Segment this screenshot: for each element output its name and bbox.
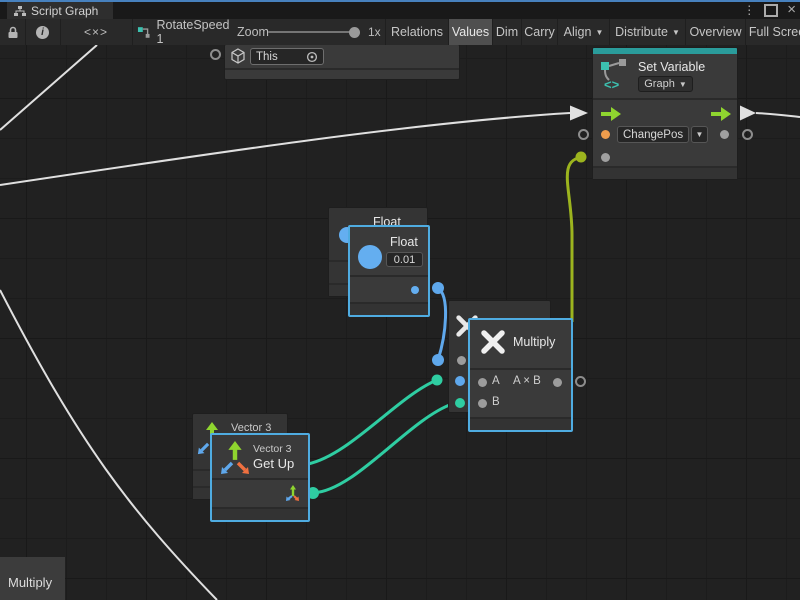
toolbar-button-distribute[interactable]: Distribute▼	[609, 19, 685, 45]
variable-name-port[interactable]	[601, 130, 610, 139]
tab-label: Script Graph	[31, 4, 98, 18]
graph-icon	[14, 5, 26, 17]
port-ring	[578, 129, 589, 140]
flow-wire-top-left	[0, 45, 97, 130]
set-variable-icon: <>	[598, 58, 630, 90]
chevron-down-icon: ▼	[679, 80, 687, 89]
info-icon: i	[36, 26, 49, 39]
wire-start-bulb	[432, 282, 444, 294]
chevron-down-icon: ▼	[696, 130, 704, 139]
zoom-slider[interactable]	[268, 31, 358, 33]
cube-icon	[230, 48, 246, 64]
port-ring	[742, 129, 753, 140]
flow-wire-into-set-variable	[0, 113, 570, 185]
port-ring	[210, 49, 221, 60]
variable-name-field[interactable]: ChangePos	[617, 126, 689, 143]
code-preview-button[interactable]: <×>	[60, 19, 133, 45]
toolbar-button-align[interactable]: Align▼	[557, 19, 609, 45]
object-picker-field[interactable]: This	[250, 48, 324, 65]
code-preview-icon: <×>	[84, 25, 108, 39]
lock-icon	[7, 26, 19, 39]
graph-asset-icon	[137, 25, 151, 39]
wire-end-bulb	[576, 152, 587, 163]
graph-canvas[interactable]: Float Vector 3	[0, 45, 800, 600]
window-accent-line	[0, 0, 800, 2]
zoom-slider-thumb[interactable]	[349, 27, 360, 38]
arrow-up-icon	[226, 441, 244, 461]
arrow-down-right-icon	[236, 461, 250, 475]
lock-button[interactable]	[0, 19, 26, 45]
wire-end-bulb	[432, 375, 443, 386]
float-value-field[interactable]: 0.01	[386, 252, 423, 267]
window-controls: ⋮ ×	[743, 2, 796, 18]
corner-tooltip-label: Multiply	[0, 557, 65, 600]
unity-script-graph-window: Script Graph ⋮ × i <×> RotateS	[0, 0, 800, 600]
flow-arrowhead-out	[740, 106, 756, 121]
flow-in-port[interactable]	[601, 107, 621, 121]
output-port[interactable]	[553, 378, 562, 387]
graph-toolbar: i <×> RotateSpeed 1 Zoom 1x Relations Va…	[0, 19, 800, 46]
info-button[interactable]: i	[25, 19, 61, 45]
output-value-port[interactable]	[720, 130, 729, 139]
wire-end-bulb	[455, 376, 465, 386]
tab-script-graph[interactable]: Script Graph	[7, 2, 113, 19]
output-port[interactable]	[411, 286, 419, 294]
title-bar: Script Graph ⋮ ×	[0, 0, 800, 19]
breadcrumb-label: RotateSpeed 1	[157, 19, 237, 46]
close-icon[interactable]: ×	[787, 3, 796, 17]
arrow-down-left-icon	[220, 461, 234, 475]
set-variable-node[interactable]: <> Set Variable Graph ▼ ChangePos ▼	[592, 47, 738, 180]
input-port[interactable]	[457, 356, 466, 365]
port-ring	[575, 376, 586, 387]
get-up-node[interactable]: Vector 3 Get Up	[210, 433, 310, 522]
arrow-down-left-icon	[197, 442, 210, 455]
wire-end-bulb	[455, 398, 465, 408]
toolbar-button-values[interactable]: Values	[448, 19, 492, 45]
zoom-label: Zoom	[237, 19, 269, 45]
multiply-node[interactable]: Multiply A A × B B	[468, 318, 573, 432]
multiply-icon	[479, 328, 507, 356]
window-menu-icon[interactable]: ⋮	[743, 3, 755, 17]
maximize-icon[interactable]	[764, 4, 778, 17]
flow-out-port[interactable]	[711, 107, 731, 121]
zoom-value: 1x	[368, 19, 381, 45]
toolbar-button-overview[interactable]: Overview	[685, 19, 745, 45]
chevron-down-icon: ▼	[672, 28, 680, 37]
vector3-output-port[interactable]	[282, 484, 300, 502]
input-port-b[interactable]	[478, 399, 487, 408]
breadcrumb[interactable]: RotateSpeed 1	[132, 19, 237, 45]
variable-scope-dropdown[interactable]: Graph ▼	[638, 76, 693, 92]
variable-kind-strip	[593, 48, 737, 54]
toolbar-button-carry[interactable]: Carry	[521, 19, 557, 45]
svg-text:<>: <>	[604, 77, 620, 90]
input-value-port[interactable]	[601, 153, 610, 162]
toolbar-button-dim[interactable]: Dim	[492, 19, 521, 45]
this-node[interactable]: This	[224, 45, 460, 80]
flow-arrowhead-in	[570, 106, 588, 121]
target-picker-icon[interactable]	[306, 51, 318, 63]
toolbar-button-relations[interactable]: Relations	[385, 19, 448, 45]
variable-name-dropdown[interactable]: ▼	[691, 126, 708, 143]
flow-wire-bottom-left	[0, 290, 217, 600]
flow-wire-out-right	[756, 113, 800, 117]
value-wire-vector-a	[308, 380, 437, 464]
chevron-down-icon: ▼	[595, 28, 603, 37]
toolbar-button-full-screen[interactable]: Full Screen	[745, 19, 800, 45]
value-wire-result	[567, 157, 583, 322]
float-node[interactable]: Float 0.01	[348, 225, 430, 317]
value-wire-float	[438, 288, 446, 360]
wire-end-bulb	[432, 354, 444, 366]
input-port-a[interactable]	[478, 378, 487, 387]
float-icon	[358, 245, 382, 269]
